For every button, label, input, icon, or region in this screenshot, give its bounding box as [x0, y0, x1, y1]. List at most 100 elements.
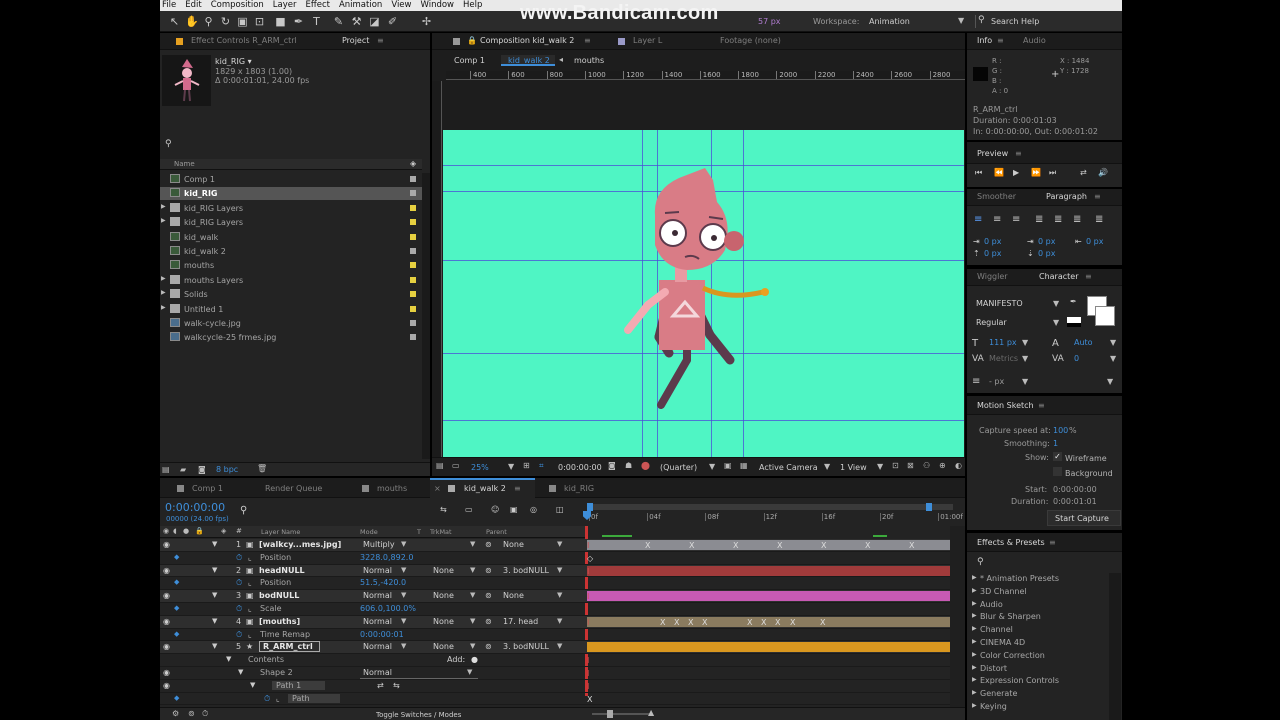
clone-stamp-tool-icon[interactable]: ⚒: [350, 15, 363, 28]
label-color-swatch[interactable]: [410, 190, 416, 197]
chevron-down-icon[interactable]: ▼: [1053, 318, 1059, 327]
property-row[interactable]: ▼ ◉ Shape 2 Normal ▼ I: [160, 667, 965, 680]
blend-mode-select[interactable]: Normal: [363, 591, 392, 600]
comp-mini-flowchart-icon[interactable]: ⇆: [440, 505, 447, 514]
chevron-down-icon[interactable]: ▼: [958, 16, 964, 25]
chevron-down-icon[interactable]: ▼: [877, 462, 883, 471]
project-item[interactable]: ▶ kid_RIG Layers: [160, 216, 422, 229]
pen-tool-icon[interactable]: ✒: [292, 15, 305, 28]
chevron-down-icon[interactable]: ▼: [470, 566, 475, 574]
menu-view[interactable]: View: [391, 0, 411, 11]
layer-row[interactable]: ◉ ▼ 5 ★ R_ARM_ctrl Normal ▼ None ▼ ⊚ 3. bodNULL ▼: [160, 641, 965, 655]
blend-mode-select[interactable]: Normal: [363, 642, 392, 651]
first-frame-icon[interactable]: ⏮: [975, 168, 982, 178]
chevron-down-icon[interactable]: ▼: [470, 540, 475, 548]
layer-row[interactable]: ◉ ▼ 4 ▣ [mouths] Normal ▼ None ▼ ⊚ 17. head ▼ I X X X X X…: [160, 615, 965, 629]
font-family-select[interactable]: MANIFESTO: [976, 299, 1023, 308]
twirl-icon[interactable]: ▼: [250, 681, 255, 689]
keyframe-marker[interactable]: X: [775, 618, 780, 627]
t-column[interactable]: T: [417, 528, 421, 536]
stroke-width-value[interactable]: - px: [989, 377, 1004, 386]
keyframe-marker[interactable]: I: [587, 682, 589, 691]
chevron-down-icon[interactable]: ▼: [401, 642, 406, 650]
eye-icon[interactable]: ◉: [163, 681, 170, 690]
stroke-color-swatch[interactable]: [1095, 306, 1115, 326]
tab-kid-rig[interactable]: kid_RIG: [564, 484, 594, 493]
label-color-swatch[interactable]: [410, 233, 416, 240]
twirl-icon[interactable]: ▶: [972, 587, 977, 594]
panel-menu-icon[interactable]: ≡: [1085, 272, 1092, 281]
color-channel-icon[interactable]: ⬤: [641, 461, 650, 470]
trkmat-select[interactable]: None: [433, 617, 454, 626]
keyframe-marker[interactable]: X: [909, 541, 914, 550]
align-left-icon[interactable]: ≡: [974, 214, 982, 225]
parent-select[interactable]: 3. bodNULL: [503, 642, 549, 651]
twirl-icon[interactable]: ▶: [972, 612, 977, 619]
reset-exposure-icon[interactable]: ◐: [955, 461, 962, 470]
project-item[interactable]: walkcycle-25 frmes.jpg: [160, 331, 422, 344]
stopwatch-icon[interactable]: ⏱: [236, 630, 242, 640]
menu-layer[interactable]: Layer: [273, 0, 297, 11]
keyframe-marker[interactable]: X: [747, 618, 752, 627]
blend-mode-select[interactable]: Multiply: [363, 540, 395, 549]
in-out-stretch-icon[interactable]: ⏱: [202, 709, 208, 719]
tab-character[interactable]: Character: [1039, 272, 1079, 281]
project-item[interactable]: ▶ kid_RIG Layers: [160, 202, 422, 215]
twirl-icon[interactable]: ▼: [212, 642, 217, 650]
bpc-button[interactable]: 8 bpc: [216, 465, 238, 474]
breadcrumb-comp-1[interactable]: Comp 1: [454, 56, 485, 65]
twirl-icon[interactable]: ▼: [226, 655, 231, 663]
menu-composition[interactable]: Composition: [211, 0, 264, 11]
layer-name[interactable]: R_ARM_ctrl: [259, 641, 320, 653]
roto-brush-tool-icon[interactable]: ✐: [386, 15, 399, 28]
eye-icon[interactable]: ◉: [163, 668, 170, 677]
layer-duration-bar[interactable]: [587, 616, 950, 627]
keyframe-nav-icon[interactable]: ◆: [174, 630, 179, 638]
mode-column[interactable]: Mode: [360, 528, 378, 536]
twirl-icon[interactable]: ▶: [972, 689, 977, 696]
always-preview-icon[interactable]: ▤: [436, 461, 444, 470]
layer-name[interactable]: [walkcy...mes.jpg]: [259, 540, 341, 549]
trkmat-column[interactable]: TrkMat: [430, 528, 452, 536]
chevron-down-icon[interactable]: ▼: [470, 591, 475, 599]
panel-menu-icon[interactable]: ≡: [514, 484, 521, 493]
keyframe-marker[interactable]: X: [688, 618, 693, 627]
close-tab-icon[interactable]: ×: [434, 484, 441, 493]
eye-icon[interactable]: ◉: [163, 566, 170, 575]
chevron-down-icon[interactable]: ▼: [401, 591, 406, 599]
keyframe-marker[interactable]: I: [587, 592, 589, 601]
search-help-input[interactable]: Search Help: [991, 17, 1039, 26]
swap-color-icon[interactable]: [1067, 317, 1081, 327]
justify-all-icon[interactable]: ≣: [1095, 214, 1103, 225]
property-value[interactable]: 51.5,-420.0: [360, 578, 406, 587]
toggle-switches-modes[interactable]: Toggle Switches / Modes: [376, 711, 461, 719]
project-item[interactable]: mouths: [160, 259, 422, 272]
new-comp-icon[interactable]: ◙: [198, 465, 206, 474]
keyframe-marker[interactable]: ◇: [587, 554, 593, 563]
chevron-down-icon[interactable]: ▼: [557, 642, 562, 650]
indent-left-value[interactable]: 0 px: [984, 237, 1001, 246]
label-color-swatch[interactable]: [410, 176, 416, 182]
tab-kid-walk-2[interactable]: kid_walk 2: [464, 484, 506, 493]
toggle-pixel-icon[interactable]: ⊡: [892, 461, 899, 470]
stopwatch-icon[interactable]: ⏱: [236, 553, 242, 563]
search-icon[interactable]: ⚲: [977, 557, 984, 567]
layer-name-column[interactable]: Layer Name: [261, 528, 300, 536]
chevron-down-icon[interactable]: ▼: [1107, 377, 1113, 386]
tab-comp-1[interactable]: Comp 1: [192, 484, 223, 493]
twirl-icon[interactable]: ▶: [161, 203, 166, 210]
layer-duration-bar[interactable]: [587, 591, 950, 602]
transfer-controls-icon[interactable]: ⊚: [188, 709, 195, 718]
menu-edit[interactable]: Edit: [185, 0, 201, 11]
eye-icon[interactable]: ◉: [163, 642, 170, 651]
label-color-swatch[interactable]: [410, 276, 416, 283]
chevron-down-icon[interactable]: ▼: [467, 668, 472, 676]
keyframe-marker[interactable]: X: [865, 541, 870, 550]
blend-mode-select[interactable]: Normal: [363, 617, 392, 626]
layer-row[interactable]: ◉ ▼ 2 ▣ headNULL Normal ▼ None ▼ ⊚ 3. bodNULL ▼ I: [160, 564, 965, 578]
interpret-footage-icon[interactable]: ▤: [162, 465, 170, 474]
background-checkbox[interactable]: [1053, 467, 1062, 476]
property-row[interactable]: ◆ ⏱ ⌞ Path X: [160, 693, 965, 706]
type-tool-icon[interactable]: T: [310, 15, 323, 28]
justify-center-icon[interactable]: ≣: [1054, 214, 1062, 225]
